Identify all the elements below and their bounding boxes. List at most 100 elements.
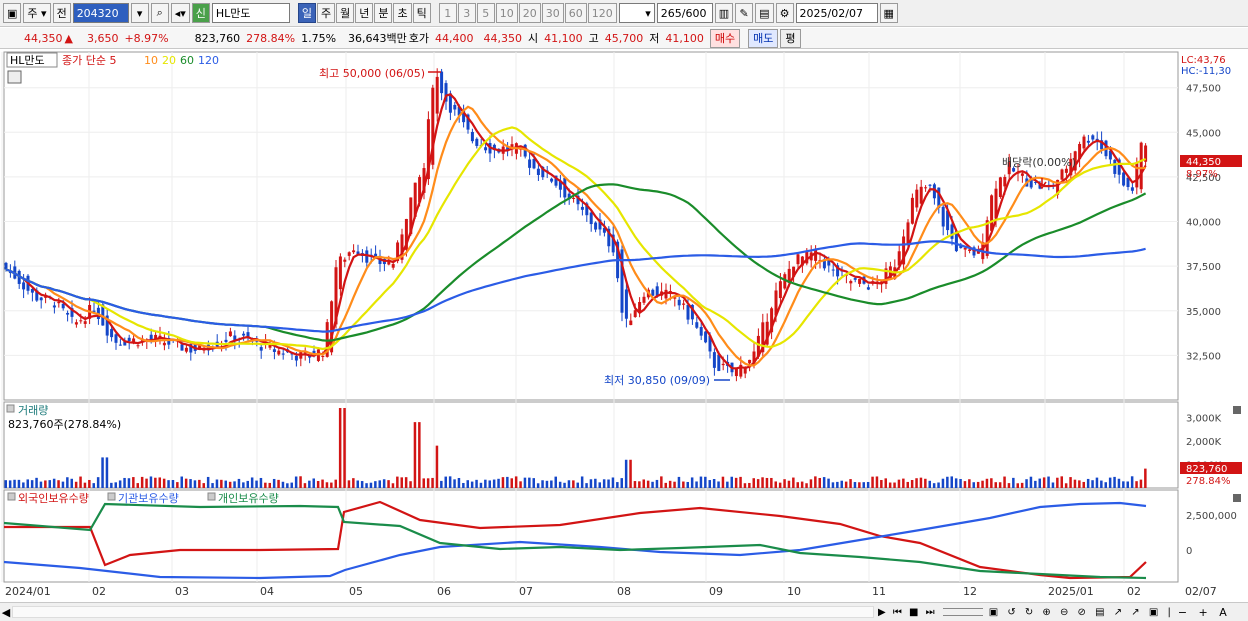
candle-body — [866, 287, 870, 290]
volume-bar — [435, 445, 439, 488]
volume-bar — [1135, 481, 1138, 488]
interval-button-3[interactable]: 10 — [495, 3, 518, 23]
volume-bar — [176, 482, 179, 488]
eval-button[interactable]: 평 — [780, 28, 801, 48]
volume-tick-0: 3,000K — [1186, 413, 1222, 424]
candle-body — [712, 352, 716, 368]
volume-bar — [96, 477, 100, 488]
volume-bar — [959, 478, 962, 488]
candle-body — [259, 347, 263, 351]
volume-bar — [554, 476, 557, 488]
scroll-track[interactable] — [12, 606, 874, 618]
volume-bar — [594, 478, 597, 488]
volume-bar — [149, 476, 153, 488]
volume-bar — [1108, 477, 1112, 488]
speaker-icon[interactable]: ◂▾ — [170, 3, 190, 23]
volume-bar — [690, 477, 694, 488]
candle-body — [1113, 159, 1117, 174]
volume-bar — [787, 480, 791, 488]
interval-button-4[interactable]: 20 — [518, 3, 541, 23]
gear-icon[interactable]: ⚙ — [775, 3, 794, 23]
period-tab-5[interactable]: 초 — [393, 3, 412, 23]
sell-button[interactable]: 매도 — [748, 28, 779, 48]
interval-button-2[interactable]: 5 — [476, 3, 495, 23]
candle-body — [162, 342, 166, 346]
candle-body — [589, 212, 593, 225]
volume-bar — [717, 481, 720, 488]
volume-bar — [853, 482, 857, 488]
interval-button-6[interactable]: 60 — [564, 3, 587, 23]
date-field[interactable]: 2025/02/07 — [795, 3, 878, 23]
candle-body — [1082, 136, 1086, 149]
interval-button-1[interactable]: 3 — [457, 3, 476, 23]
volume-bar — [268, 482, 271, 488]
candle-body — [699, 326, 703, 336]
interval-button-7[interactable]: 120 — [587, 3, 617, 23]
volume-bar — [572, 480, 575, 488]
stock-code-input[interactable]: 204320 — [72, 3, 129, 23]
draw-tool-icon[interactable]: ✎ — [735, 3, 754, 23]
volume-bar — [470, 481, 474, 488]
calendar-icon[interactable]: ▦ — [879, 3, 898, 23]
volume: 823,760 — [194, 31, 241, 45]
interval-custom-input[interactable]: ▾ — [618, 3, 655, 23]
table-icon[interactable] — [7, 70, 22, 84]
volume-bar — [343, 408, 346, 488]
zoom-controls[interactable]: − + A — [1174, 606, 1231, 619]
period-tab-6[interactable]: 틱 — [412, 3, 431, 23]
volume-bar — [884, 478, 887, 488]
volume-bar — [426, 478, 430, 488]
open-label: 시 — [528, 32, 539, 45]
volume-bar — [792, 477, 795, 488]
volume-bar — [233, 481, 236, 488]
candle-body — [778, 281, 782, 299]
volume-bar — [541, 480, 544, 488]
volume-bar — [145, 478, 148, 488]
candle-body — [4, 262, 8, 270]
candle-body — [365, 250, 369, 263]
period-tab-2[interactable]: 월 — [336, 3, 355, 23]
stock-name-field[interactable]: HL만도 — [211, 3, 290, 23]
holding-close-icon[interactable] — [1233, 494, 1241, 502]
volume-bar — [836, 481, 839, 488]
chart-tools[interactable]: ▣ ↺ ↻ ⊕ ⊖ ⊘ ▤ ↗ ↗ ▣ | — [989, 607, 1174, 618]
chart-area[interactable]: 47,500 45,000 42,500 40,000 37,500 35,000 32,5… — [0, 50, 1248, 602]
candle-body — [1130, 187, 1134, 191]
volume-bar — [642, 479, 645, 488]
volume-bar — [567, 480, 571, 488]
period-tab-0[interactable]: 일 — [297, 3, 316, 23]
volume-bar — [897, 479, 901, 488]
view-button[interactable]: 전 — [52, 3, 71, 23]
x-label-10: 11 — [872, 585, 886, 598]
save-icon[interactable]: ▤ — [755, 3, 774, 23]
volume-bar — [250, 477, 254, 488]
volume-bar — [1060, 476, 1063, 488]
candle-body — [695, 322, 699, 328]
stock-chart[interactable]: 47,50045,00042,50040,00037,50035,00032,5… — [0, 50, 1248, 602]
candle-body — [1122, 172, 1126, 186]
type-select[interactable]: 주 ▾ — [23, 3, 51, 23]
scroll-left-icon[interactable]: ◀ — [0, 606, 12, 619]
interval-button-5[interactable]: 30 — [541, 3, 564, 23]
volume-tag-label: 823,760 — [1186, 464, 1227, 475]
type-select-label: 주 — [27, 7, 38, 20]
period-tab-3[interactable]: 년 — [355, 3, 374, 23]
volume-bar — [242, 482, 245, 488]
period-tab-1[interactable]: 주 — [316, 3, 336, 23]
search-icon[interactable]: ⌕ — [150, 3, 169, 23]
candle-type-icon[interactable]: ▥ — [714, 3, 734, 23]
volume-bar — [1034, 480, 1037, 488]
volume-bar — [968, 479, 971, 488]
layout-icon[interactable]: ▣ — [3, 3, 22, 23]
new-badge[interactable]: 신 — [191, 3, 210, 23]
zoom-slider[interactable] — [942, 608, 983, 616]
period-tab-4[interactable]: 분 — [374, 3, 393, 23]
count-field[interactable]: 265/600 — [656, 3, 713, 23]
volume-bar — [963, 481, 967, 488]
volume-value: 823,760주(278.84%) — [8, 418, 121, 431]
buy-button[interactable]: 매수 — [709, 28, 741, 48]
dropdown-arrow-icon[interactable]: ▾ — [130, 3, 149, 23]
navigation-controls[interactable]: ▶ ⏮ ■ ⏭ — [874, 607, 937, 618]
volume-bar — [1012, 477, 1015, 488]
interval-button-0[interactable]: 1 — [438, 3, 457, 23]
